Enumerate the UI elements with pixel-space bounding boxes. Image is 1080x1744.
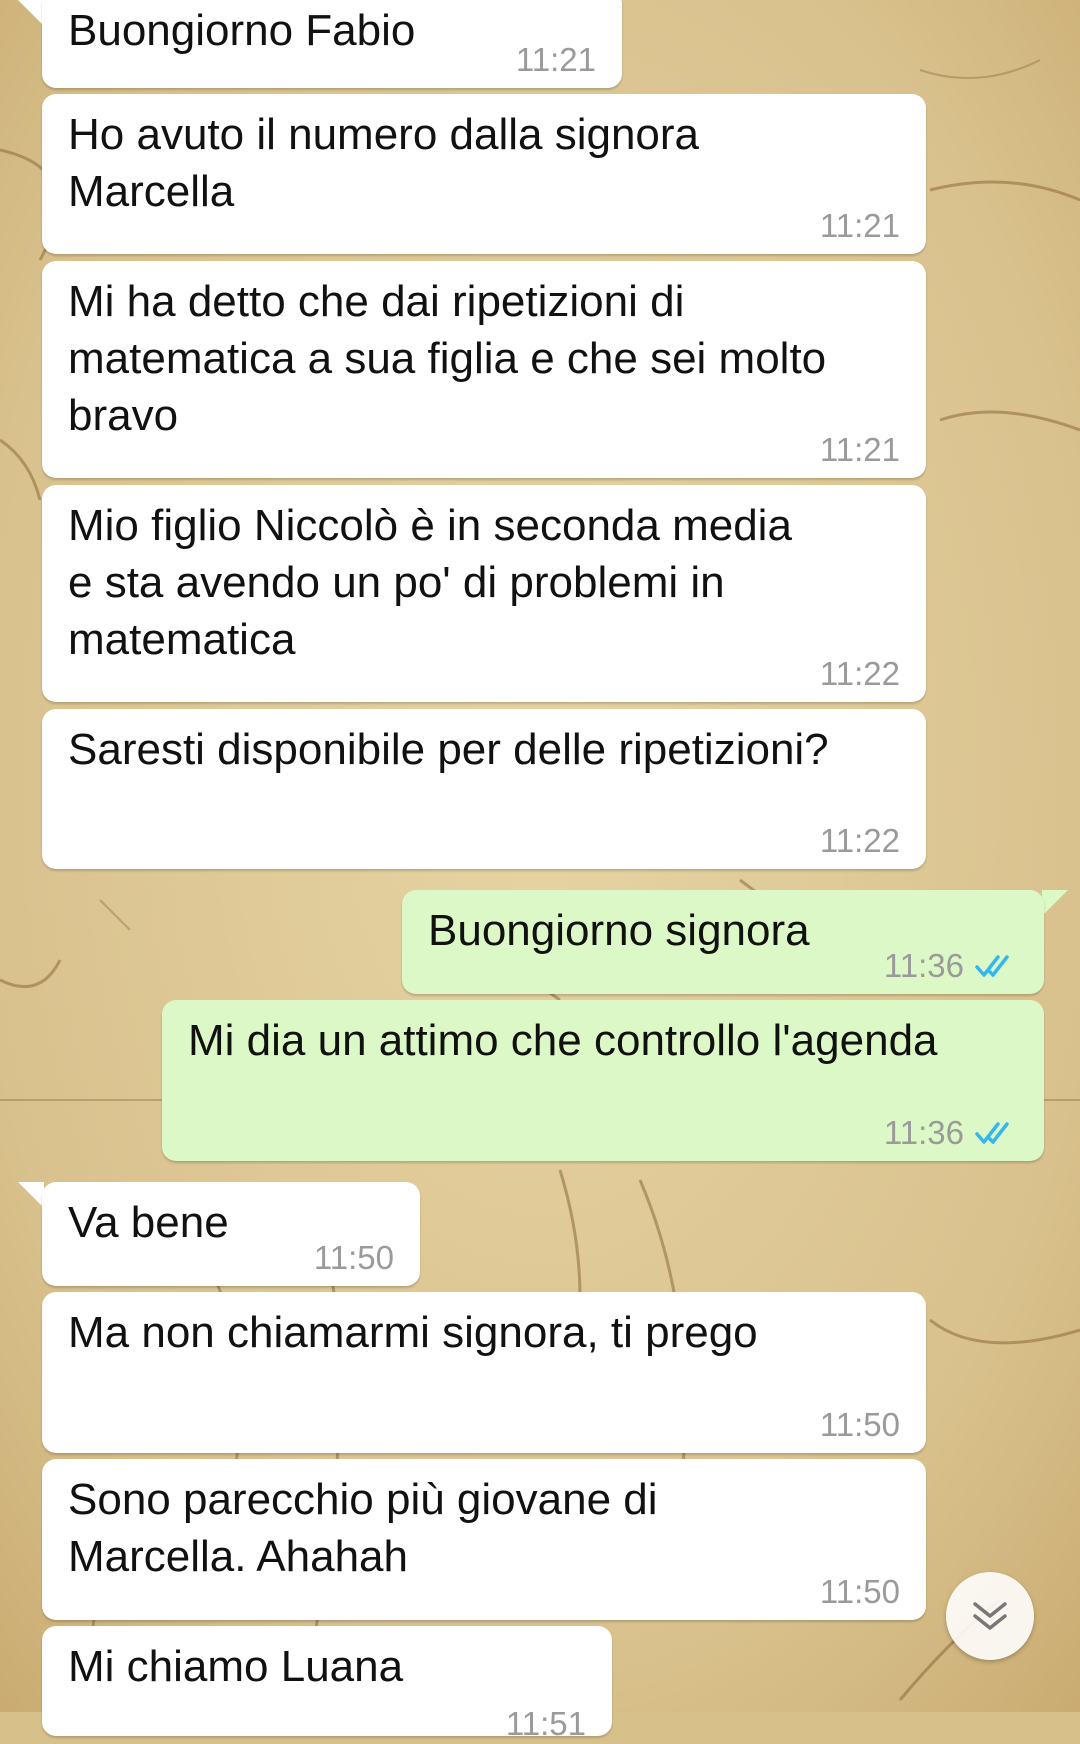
message-text: Sono parecchio più giovane di Marcella. … bbox=[68, 1475, 658, 1581]
message-bubble-incoming[interactable]: Mi ha detto che dai ripetizioni di matem… bbox=[42, 261, 926, 478]
message-time: 11:21 bbox=[515, 41, 596, 78]
message-bubble-incoming[interactable]: Mio figlio Niccolò è in seconda media e … bbox=[42, 485, 926, 702]
message-text: Saresti disponibile per delle ripetizion… bbox=[68, 725, 829, 774]
message-meta: 11:50 bbox=[314, 1238, 394, 1278]
message-text: Ho avuto il numero dalla signora Marcell… bbox=[68, 110, 700, 216]
message-meta: 11:36 bbox=[884, 946, 1018, 986]
message-time: 11:21 bbox=[819, 431, 900, 468]
message-meta: 11:22 bbox=[820, 821, 900, 861]
message-time: 11:22 bbox=[819, 822, 900, 859]
message-meta: 11:21 bbox=[820, 430, 900, 470]
message-meta: 11:50 bbox=[820, 1572, 900, 1612]
message-time: 11:50 bbox=[819, 1573, 900, 1610]
message-time: 11:50 bbox=[313, 1239, 394, 1276]
message-meta: 11:21 bbox=[516, 40, 596, 80]
message-bubble-incoming[interactable]: Va bene 11:50 bbox=[42, 1182, 420, 1286]
message-text: Mi dia un attimo che controllo l'agenda bbox=[188, 1016, 938, 1065]
message-text: Mi ha detto che dai ripetizioni di matem… bbox=[68, 277, 827, 440]
message-bubble-outgoing[interactable]: Buongiorno signora 11:36 bbox=[402, 890, 1044, 994]
message-time: 11:50 bbox=[819, 1406, 900, 1443]
bubble-tail bbox=[18, 1182, 44, 1208]
message-text: Ma non chiamarmi signora, ti prego bbox=[68, 1308, 758, 1357]
bubble-tail bbox=[1042, 890, 1068, 916]
message-text: Mio figlio Niccolò è in seconda media e … bbox=[68, 501, 792, 664]
message-bubble-outgoing[interactable]: Mi dia un attimo che controllo l'agenda … bbox=[162, 1000, 1044, 1161]
message-bubble-incoming[interactable]: Buongiorno Fabio 11:21 bbox=[42, 0, 622, 88]
message-meta: 11:50 bbox=[820, 1405, 900, 1445]
message-time: 11:21 bbox=[819, 207, 900, 244]
message-bubble-incoming[interactable]: Ma non chiamarmi signora, ti prego 11:50 bbox=[42, 1292, 926, 1453]
message-meta: 11:22 bbox=[820, 654, 900, 694]
message-bubble-incoming[interactable]: Ho avuto il numero dalla signora Marcell… bbox=[42, 94, 926, 254]
message-time: 11:22 bbox=[819, 655, 900, 692]
message-time: 11:36 bbox=[883, 947, 964, 984]
message-bubble-incoming[interactable]: Mi chiamo Luana 11:51 bbox=[42, 1626, 612, 1742]
double-chevron-down-icon bbox=[973, 1602, 1007, 1630]
message-time: 11:36 bbox=[883, 1114, 964, 1151]
message-meta: 11:21 bbox=[820, 206, 900, 246]
message-meta: 11:51 bbox=[506, 1704, 586, 1744]
message-time: 11:51 bbox=[505, 1705, 586, 1742]
message-text: Mi chiamo Luana bbox=[68, 1642, 404, 1691]
chat-thread: Buongiorno Fabio 11:21 Ho avuto il numer… bbox=[0, 0, 1080, 1742]
double-check-read-icon bbox=[975, 1122, 1009, 1144]
message-bubble-incoming[interactable]: Saresti disponibile per delle ripetizion… bbox=[42, 709, 926, 869]
message-meta: 11:36 bbox=[884, 1113, 1018, 1153]
bubble-tail bbox=[18, 0, 44, 26]
scroll-to-bottom-button[interactable] bbox=[946, 1572, 1034, 1660]
double-check-read-icon bbox=[975, 955, 1009, 977]
message-bubble-incoming[interactable]: Sono parecchio più giovane di Marcella. … bbox=[42, 1459, 926, 1620]
